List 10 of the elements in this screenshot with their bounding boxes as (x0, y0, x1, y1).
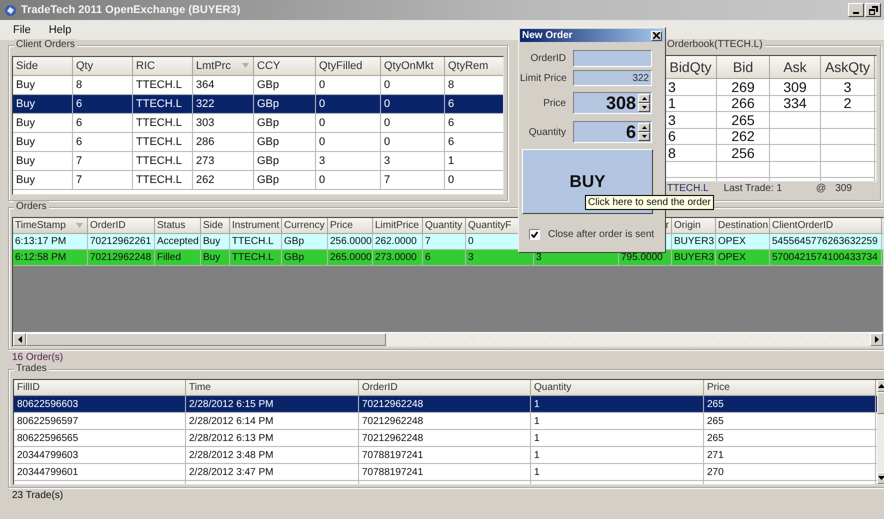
symbol-label: TTECH.L (667, 183, 709, 194)
group-title: Orderbook(TTECH.L) (665, 39, 765, 51)
last-price-label: 309 (835, 183, 852, 194)
window-title: TradeTech 2011 OpenExchange (BUYER3) (21, 4, 240, 16)
last-trade-label: Last Trade: 1 (724, 183, 782, 194)
trade-count: 23 Trade(s) (11, 488, 64, 502)
order-count: 16 Order(s) (11, 350, 64, 364)
tooltip: Click here to send the order (585, 195, 714, 210)
at-label: @ (816, 183, 826, 194)
dialog-title: New Order (522, 30, 573, 41)
